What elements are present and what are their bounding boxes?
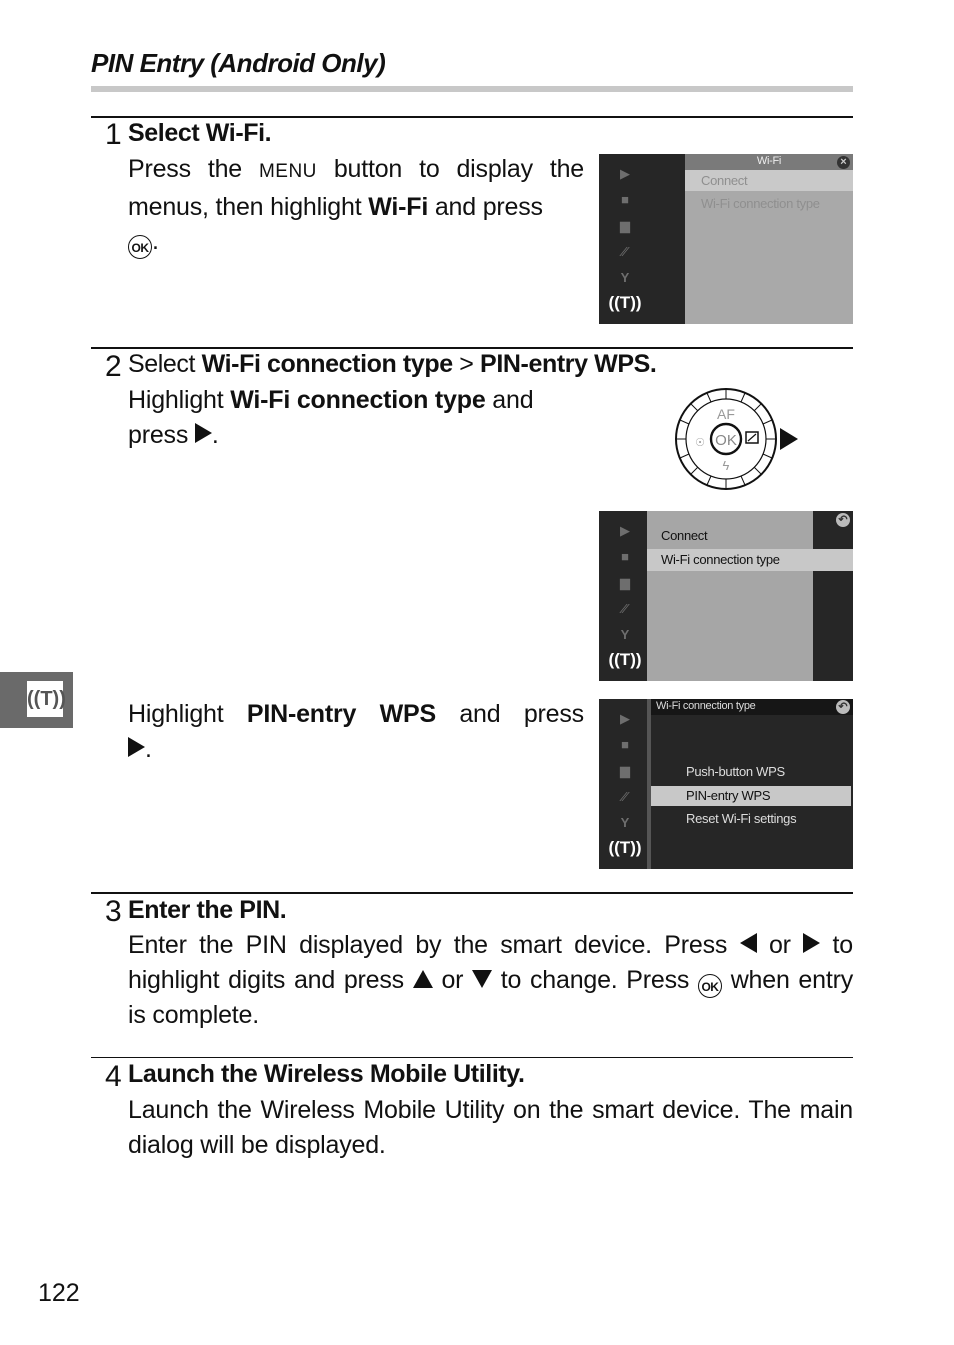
dial-right-arrow-icon [780,428,798,450]
playback-icon: ▶ [620,523,630,538]
camera-screen-wifi-connect: ▶ ■ ▆ ⁄⁄ Y ((T)) Connect Wi-Fi connectio… [599,511,853,681]
camera-icon: ■ [621,192,629,207]
camera-menu-sidebar: ▶ ■ ▆ ⁄⁄ Y ((T)) [599,511,651,681]
back-icon: ↶ [836,700,850,714]
menu-item-wifi-connection-type: Wi-Fi connection type [661,552,780,567]
step-4-body: Launch the Wireless Mobile Utility on th… [128,1096,853,1159]
menu-item-wifi-connection-type: Wi-Fi connection type [701,196,820,211]
dial-af-label: AF [717,406,735,422]
step-1-divider [91,116,853,118]
step-1-heading: Select Wi-Fi. [128,119,272,147]
close-icon: × [837,156,850,169]
setup-wrench-icon: Y [620,627,630,642]
movie-icon: ▆ [620,575,630,590]
title-underline-bar [91,86,853,92]
menu-item-connect: Connect [661,528,708,543]
camera-icon: ■ [621,549,629,564]
menu-title: Wi-Fi [756,155,782,167]
right-arrow-icon [194,422,212,443]
camera-screen-wifi-menu: ▶ ■ ▆ ⁄⁄ Y ((T)) Wi-Fi × Connect Wi-Fi c… [599,154,853,324]
step-3-divider [91,892,853,894]
menu-title: Wi-Fi connection type [656,700,756,712]
setup-wrench-icon: Y [620,815,630,830]
menu-item-pin-entry-wps: PIN-entry WPS [686,788,771,803]
step-3-body: Enter the PIN displayed by the smart dev… [128,931,853,1029]
step-1-number: 1 [105,118,122,151]
right-arrow-icon [128,737,145,757]
step-2-divider [91,347,853,349]
left-arrow-icon [739,933,757,953]
menu-item-connect: Connect [701,173,748,188]
step-3-heading: Enter the PIN. [128,896,287,924]
back-icon: ↶ [836,513,850,527]
wifi-antenna-icon: ((T)) [608,650,642,669]
step-3-number: 3 [105,895,122,928]
menu-item-reset-wifi-settings: Reset Wi-Fi settings [686,811,797,826]
step-1-body: Press the MENU button to display the men… [128,152,584,259]
multi-selector-dial: OK AF ϟ ☉ [675,388,798,490]
step-2-body-b: Highlight PIN-entry WPS and press [128,700,584,728]
step-2-body-b-cont: . [128,732,152,767]
ok-button-icon: OK [128,235,152,259]
right-arrow-icon [803,933,821,953]
self-timer-icon: ☉ [695,437,705,449]
step-4-number: 4 [105,1060,122,1093]
setup-wrench-icon: Y [620,270,630,285]
up-arrow-icon [412,969,433,988]
image-processing-icon: ⁄⁄ [622,789,628,804]
camera-icon: ■ [621,737,629,752]
menu-item-push-button-wps: Push-button WPS [686,764,785,779]
step-4-heading: Launch the Wireless Mobile Utility. [128,1060,525,1088]
image-processing-icon: ⁄⁄ [622,601,628,616]
camera-menu-sidebar: ▶ ■ ▆ ⁄⁄ Y ((T)) [599,154,651,324]
playback-icon: ▶ [620,166,630,181]
panel-divider [647,699,651,869]
ok-button-icon: OK [697,973,722,998]
wifi-antenna-icon: ((T)) [27,681,66,717]
section-title: PIN Entry (Android Only) [91,48,386,78]
movie-icon: ▆ [620,218,630,233]
wifi-antenna-icon: ((T)) [608,838,642,857]
step-2-heading: Select Wi-Fi connection type > PIN-entry… [128,350,657,378]
playback-icon: ▶ [620,711,630,726]
dial-ok-label: OK [715,432,737,449]
camera-menu-sidebar: ▶ ■ ▆ ⁄⁄ Y ((T)) [599,699,651,869]
image-processing-icon: ⁄⁄ [622,244,628,259]
camera-screen-connection-type: ▶ ■ ▆ ⁄⁄ Y ((T)) Wi-Fi connection type ↶… [599,699,853,869]
step-2-body-a: Highlight Wi-Fi connection type and pres… [128,386,534,449]
flash-icon: ϟ [723,458,730,473]
movie-icon: ▆ [620,763,630,778]
down-arrow-icon [472,969,493,988]
page-number: 122 [38,1279,80,1307]
step-2-number: 2 [105,350,122,383]
step-4-divider [91,1057,853,1058]
wifi-antenna-icon: ((T)) [608,293,642,312]
menu-button-label: MENU [258,161,317,182]
